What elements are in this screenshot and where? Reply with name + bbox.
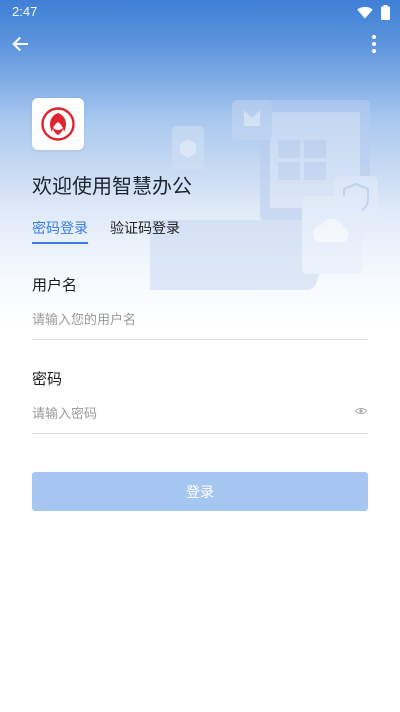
tab-code-login[interactable]: 验证码登录 [110,218,180,244]
password-label: 密码 [32,370,63,388]
username-label: 用户名 [32,276,78,294]
toolbar [0,24,400,64]
back-button[interactable] [6,30,34,58]
password-visibility-toggle[interactable] [354,404,368,418]
app-logo [32,98,84,150]
password-input[interactable] [32,396,368,434]
office-illustration [150,100,378,290]
username-input[interactable] [32,302,368,340]
login-button[interactable]: 登录 [32,472,368,511]
login-method-tabs: 密码登录 验证码登录 [32,218,180,246]
welcome-title: 欢迎使用智慧办公 [32,174,192,198]
wifi-icon [357,6,373,18]
eye-icon [355,407,367,415]
more-options-button[interactable] [366,30,382,58]
tab-password-login[interactable]: 密码登录 [32,218,88,244]
status-bar: 2:47 [0,0,400,24]
more-vert-icon [372,35,376,53]
status-time: 2:47 [12,4,38,19]
dongfeng-logo-icon [41,107,75,141]
arrow-left-icon [12,36,28,52]
battery-icon [381,4,390,20]
